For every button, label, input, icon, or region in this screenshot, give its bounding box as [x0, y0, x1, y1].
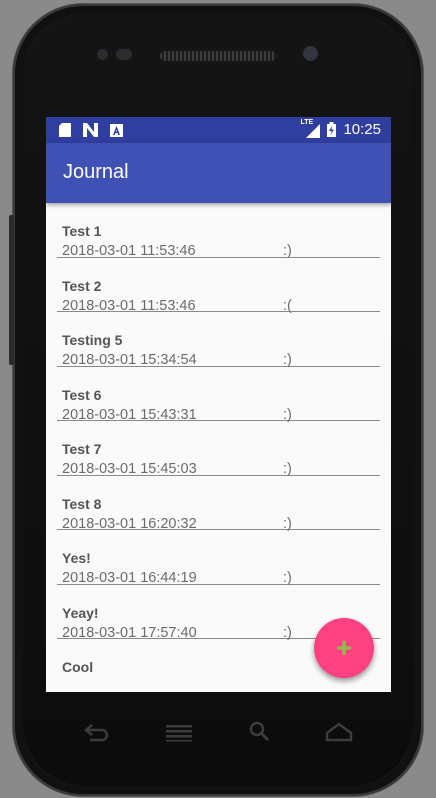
- sd-card-icon: [59, 123, 71, 137]
- battery-charging-icon: [327, 122, 337, 137]
- entry-title: Testing 5: [62, 332, 123, 348]
- front-camera: [303, 46, 318, 61]
- list-item[interactable]: Yes! 2018-03-01 16:44:19 :): [57, 530, 380, 586]
- notification-icons: [59, 123, 123, 137]
- list-item[interactable]: Test 7 2018-03-01 15:45:03 :): [57, 421, 380, 477]
- back-icon[interactable]: [84, 722, 110, 742]
- search-icon[interactable]: [248, 720, 270, 742]
- signal-icon: LTE: [300, 119, 321, 138]
- list-item[interactable]: Testing 5 2018-03-01 15:34:54 :): [57, 312, 380, 368]
- menu-icon[interactable]: [164, 722, 194, 742]
- entry-title: Test 1: [62, 223, 102, 239]
- list-item[interactable]: Test 1 2018-03-01 11:53:46 :): [57, 203, 380, 259]
- list-item[interactable]: Test 2 2018-03-01 11:53:46 :(: [57, 258, 380, 314]
- n-icon: [83, 123, 98, 137]
- screen: LTE 10:25 Journal Test 1 2018-03-01 11:5…: [46, 117, 391, 692]
- camera-lens: [116, 49, 132, 60]
- add-entry-button[interactable]: +: [314, 618, 374, 678]
- clock: 10:25: [343, 121, 381, 138]
- app-bar: Journal: [46, 143, 391, 203]
- earpiece-speaker: [160, 51, 276, 61]
- entry-title: Test 8: [62, 495, 102, 512]
- entry-title: Test 7: [62, 441, 102, 457]
- proximity-sensor: [97, 49, 108, 60]
- status-bar: LTE 10:25: [46, 117, 391, 143]
- entry-title: Yeay!: [62, 604, 99, 621]
- system-status: LTE 10:25: [300, 119, 381, 139]
- list-item[interactable]: Test 6 2018-03-01 15:43:31 :): [57, 367, 380, 423]
- volume-button: [9, 215, 14, 365]
- list-item[interactable]: Test 8 2018-03-01 16:20:32 :): [57, 476, 380, 532]
- home-icon[interactable]: [324, 721, 354, 743]
- page-title: Journal: [63, 161, 129, 183]
- entry-title: Cool: [62, 659, 94, 675]
- a-icon: [110, 123, 123, 137]
- plus-icon: +: [335, 632, 353, 663]
- entry-title: Test 6: [62, 386, 102, 403]
- entry-title: Test 2: [62, 277, 102, 294]
- navigation-bar: [0, 712, 436, 752]
- entry-title: Yes!: [62, 550, 91, 566]
